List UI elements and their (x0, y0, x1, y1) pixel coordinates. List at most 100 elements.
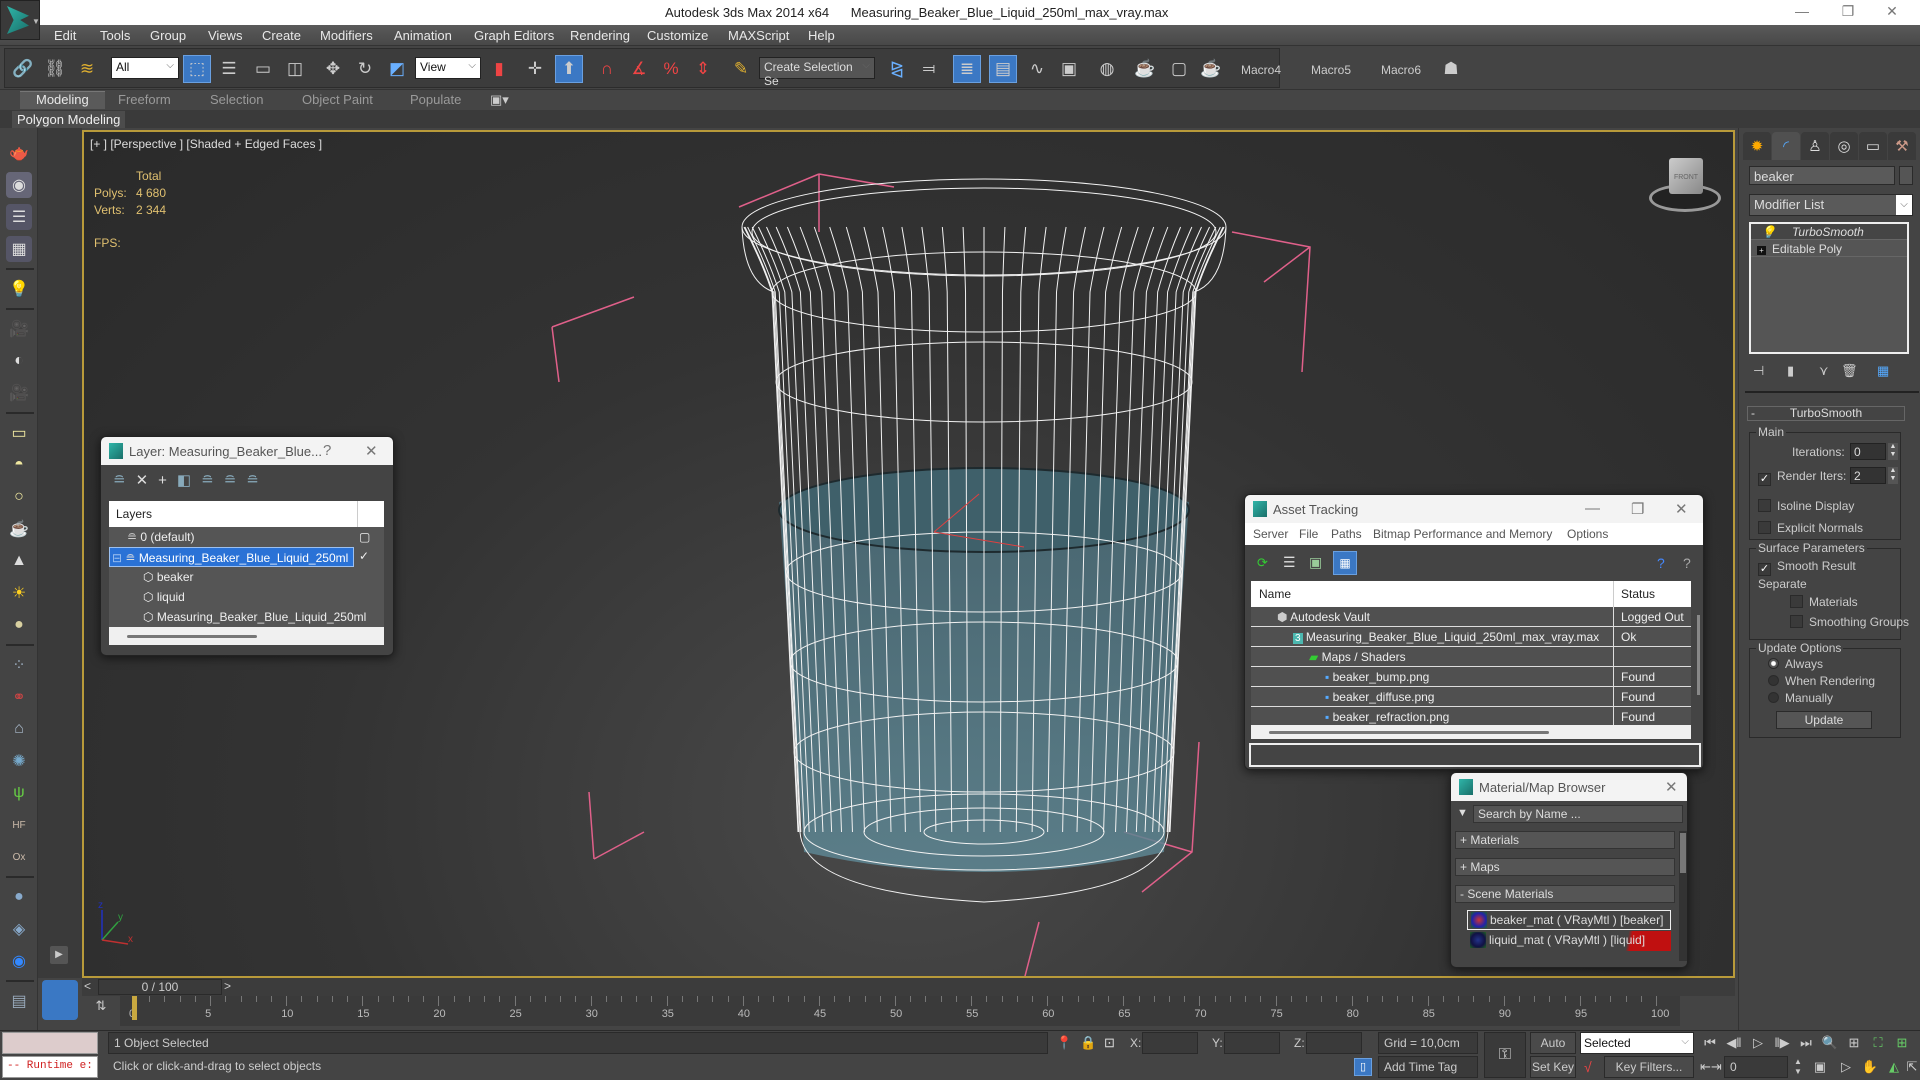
macro5-button[interactable]: Macro5 (1311, 63, 1351, 77)
spot-light-icon[interactable]: ▲ (6, 548, 32, 574)
keyboard-shortcut-override-icon[interactable]: ⬆ (555, 55, 583, 83)
asset-row[interactable]: ⬢ Autodesk Vault Logged Out (1251, 607, 1691, 627)
maximize-viewport-icon[interactable]: ⇱ (1902, 1057, 1920, 1077)
viewcube-front-face[interactable]: FRONT (1669, 158, 1703, 194)
next-key-icon[interactable]: ‖▶ (1772, 1033, 1792, 1053)
maxscript-listener-mini[interactable] (2, 1032, 98, 1054)
restore-button[interactable]: ❐ (1828, 3, 1868, 23)
set-current-layer-icon[interactable]: ≘ (224, 472, 247, 489)
toggle-ribbon-icon[interactable]: ▤ (989, 55, 1017, 83)
proxy-icon[interactable]: ⌂ (6, 716, 32, 742)
remove-modifier-icon[interactable]: 🗑 (1841, 363, 1858, 379)
thumbnail-view-icon[interactable]: ▣ (1309, 554, 1322, 571)
camera-red-icon[interactable]: 🎥 (6, 380, 32, 406)
layer-dialog-titlebar[interactable]: Layer: Measuring_Beaker_Blue... ? ✕ (101, 437, 393, 465)
set-key-button[interactable]: Set Key (1530, 1056, 1576, 1078)
bind-to-space-warp-icon[interactable]: ≋ (73, 55, 101, 83)
edit-named-selection-icon[interactable]: ✎ (727, 55, 755, 83)
active-layer-check-icon[interactable]: ✓ (359, 549, 369, 563)
display-tab-icon[interactable]: ▭ (1859, 132, 1887, 160)
pan-view-icon[interactable]: ✋ (1860, 1057, 1880, 1077)
menu-help[interactable]: Help (808, 28, 835, 43)
previous-key-icon[interactable]: ◀‖ (1724, 1033, 1744, 1053)
application-menu-button[interactable]: ▼ (0, 0, 40, 40)
ornatrix-icon[interactable]: Ox (6, 844, 32, 870)
tab-object-paint[interactable]: Object Paint (302, 92, 373, 107)
mini-listener-button[interactable] (42, 980, 78, 1020)
add-to-layer-icon[interactable]: + (158, 472, 177, 489)
vertical-scrollbar[interactable] (1697, 615, 1700, 695)
browser-options-icon[interactable]: ▼ (1457, 807, 1468, 819)
script-listener-icon[interactable]: ▤ (6, 988, 32, 1014)
grass-icon[interactable]: ψ (6, 780, 32, 806)
fur-ball-icon[interactable]: ✺ (6, 748, 32, 774)
context-help-icon[interactable]: ? (1683, 555, 1691, 571)
rectangular-selection-icon[interactable]: ▭ (249, 55, 277, 83)
select-manipulate-icon[interactable]: ✛ (521, 55, 549, 83)
orbit-icon[interactable]: ◭ (1884, 1057, 1904, 1077)
minimize-button[interactable]: — (1782, 3, 1822, 23)
horizontal-scrollbar-thumb[interactable] (127, 635, 257, 638)
turbosmooth-rollout-header[interactable]: - TurboSmooth (1747, 406, 1905, 421)
utilities-tab-icon[interactable]: ⚒ (1888, 132, 1916, 160)
rendered-frame-window-icon[interactable]: ▢ (1165, 55, 1193, 83)
asset-row[interactable]: 3 Measuring_Beaker_Blue_Liquid_250ml_max… (1251, 627, 1691, 647)
close-button[interactable]: ✕ (1665, 778, 1678, 796)
ribbon-options-icon[interactable]: ▣▾ (490, 92, 509, 108)
set-keys-key-icon[interactable]: ⚿ (1484, 1032, 1526, 1078)
absolute-mode-icon[interactable]: ⊡ (1104, 1035, 1115, 1051)
selection-lock-icon[interactable]: 🔒 (1080, 1035, 1096, 1051)
current-frame-marker[interactable] (132, 996, 137, 1020)
menu-customize[interactable]: Customize (647, 28, 708, 43)
menu-options[interactable]: Options (1567, 527, 1608, 541)
material-editor-icon[interactable]: ◍ (1093, 55, 1121, 83)
when-rendering-radio[interactable] (1768, 675, 1779, 686)
delete-layer-icon[interactable]: ✕ (136, 472, 159, 489)
layers-column-header[interactable]: Layers (116, 507, 152, 521)
render-setup-icon[interactable]: ☕ (1131, 55, 1159, 83)
scene-list-icon[interactable]: ☰ (6, 204, 32, 230)
tab-selection[interactable]: Selection (210, 92, 263, 107)
modify-tab-icon[interactable]: ◜ (1772, 132, 1800, 160)
object-name-field[interactable]: beaker (1749, 166, 1895, 185)
render-iters-spinner-arrows[interactable]: ▲ ▼ (1888, 467, 1898, 484)
maximize-button[interactable]: ❐ (1631, 500, 1644, 518)
table-view-icon[interactable]: ▦ (1333, 551, 1357, 575)
maxscript-error-field[interactable]: -- Runtime e: (2, 1056, 98, 1078)
viewcube[interactable]: FRONT (1649, 158, 1721, 218)
refresh-icon[interactable]: ⟳ (1257, 555, 1268, 571)
zoom-extents-all-icon[interactable]: ⊞ (1892, 1033, 1912, 1053)
asset-row[interactable]: ▰ Maps / Shaders (1251, 647, 1691, 667)
time-configuration-icon[interactable]: ▣ (1810, 1057, 1830, 1077)
tab-modeling[interactable]: Modeling (20, 91, 105, 109)
sphere-light-icon[interactable]: ○ (6, 484, 32, 510)
help-button[interactable]: ? (323, 442, 331, 459)
selection-filter-dropdown[interactable]: All ⌵ (111, 57, 179, 79)
current-frame-field[interactable]: 0 (1724, 1056, 1788, 1078)
menu-server[interactable]: Server (1253, 527, 1288, 541)
menu-bitmap-performance[interactable]: Bitmap Performance and Memory (1373, 527, 1552, 541)
menu-file[interactable]: File (1299, 527, 1318, 541)
track-bar[interactable]: 0510152025303540455055606570758085909510… (120, 996, 1680, 1026)
select-and-move-icon[interactable]: ✥ (319, 55, 347, 83)
field-of-view-icon[interactable]: ▷ (1836, 1057, 1856, 1077)
vertical-scrollbar[interactable] (1679, 831, 1687, 961)
list-view-icon[interactable]: ☰ (1283, 554, 1296, 571)
motion-tab-icon[interactable]: ◎ (1830, 132, 1858, 160)
select-and-link-icon[interactable]: 🔗 (9, 55, 37, 83)
auto-key-button[interactable]: Auto Key (1530, 1032, 1576, 1070)
modifier-list-dropdown[interactable]: Modifier List ⌵ (1749, 194, 1913, 216)
tab-populate[interactable]: Populate (410, 92, 461, 107)
iterations-spinner[interactable]: 0 (1850, 443, 1886, 460)
molecule-icon[interactable]: ⚭ (6, 684, 32, 710)
select-objects-icon[interactable]: ◧ (177, 472, 201, 489)
layer-explorer-icon[interactable]: ≣ (953, 55, 981, 83)
layer-properties-icon[interactable]: ≘ (246, 472, 269, 489)
material-item[interactable]: liquid_mat ( VRayMtl ) [liquid] (1467, 931, 1671, 951)
polygon-modeling-panel[interactable]: Polygon Modeling (12, 111, 126, 128)
camera-dome-icon[interactable]: ◐ (6, 348, 32, 374)
curve-editor-icon[interactable]: ∿ (1023, 55, 1051, 83)
menu-tools[interactable]: Tools (100, 28, 130, 43)
menu-rendering[interactable]: Rendering (570, 28, 630, 43)
pivot-center-icon[interactable]: ▮ (485, 55, 513, 83)
